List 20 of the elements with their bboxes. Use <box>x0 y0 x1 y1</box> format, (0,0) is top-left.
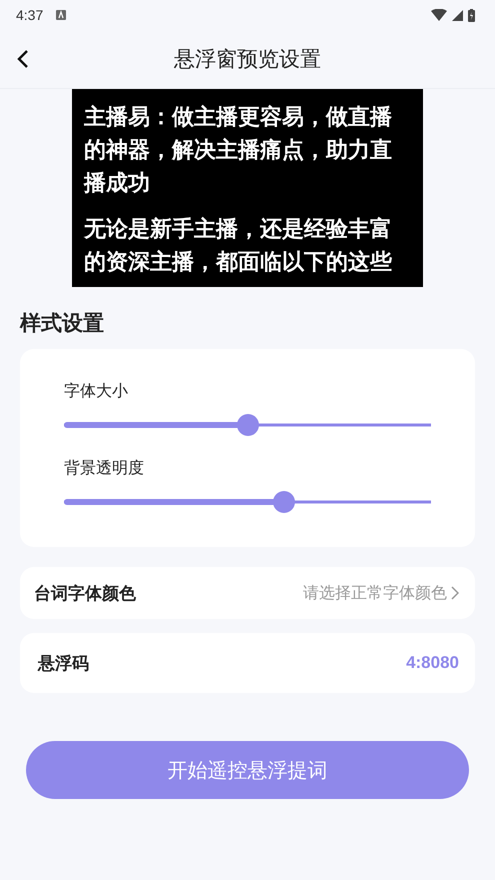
wifi-icon <box>431 9 447 21</box>
signal-icon <box>452 10 463 20</box>
status-time: 4:37 <box>16 7 44 23</box>
color-row[interactable]: 台词字体颜色 请选择正常字体颜色 <box>20 567 475 619</box>
color-placeholder: 请选择正常字体颜色 <box>303 582 447 604</box>
slider-label: 字体大小 <box>64 381 129 402</box>
page-title: 悬浮窗预览设置 <box>174 46 321 73</box>
section-title: 样式设置 <box>20 310 105 337</box>
preview-text: 无论是新手主播，还是经验丰富的资深主播，都面临以下的这些 <box>84 216 393 277</box>
notification-icon <box>56 10 66 20</box>
chevron-icon <box>451 586 459 600</box>
slider-thumb[interactable] <box>273 491 296 513</box>
row-label: 悬浮码 <box>38 652 89 674</box>
row-label: 台词字体颜色 <box>34 582 136 604</box>
slider-label: 背景透明度 <box>64 458 145 479</box>
preview-text: 主播易：做主播更容易，做直播的神器，解决主播痛点，助力直播成功 <box>84 104 393 198</box>
slider-thumb[interactable] <box>236 414 258 436</box>
back-icon[interactable] <box>17 49 29 69</box>
battery-icon <box>468 8 475 22</box>
code-value: 4:8080 <box>406 653 459 673</box>
